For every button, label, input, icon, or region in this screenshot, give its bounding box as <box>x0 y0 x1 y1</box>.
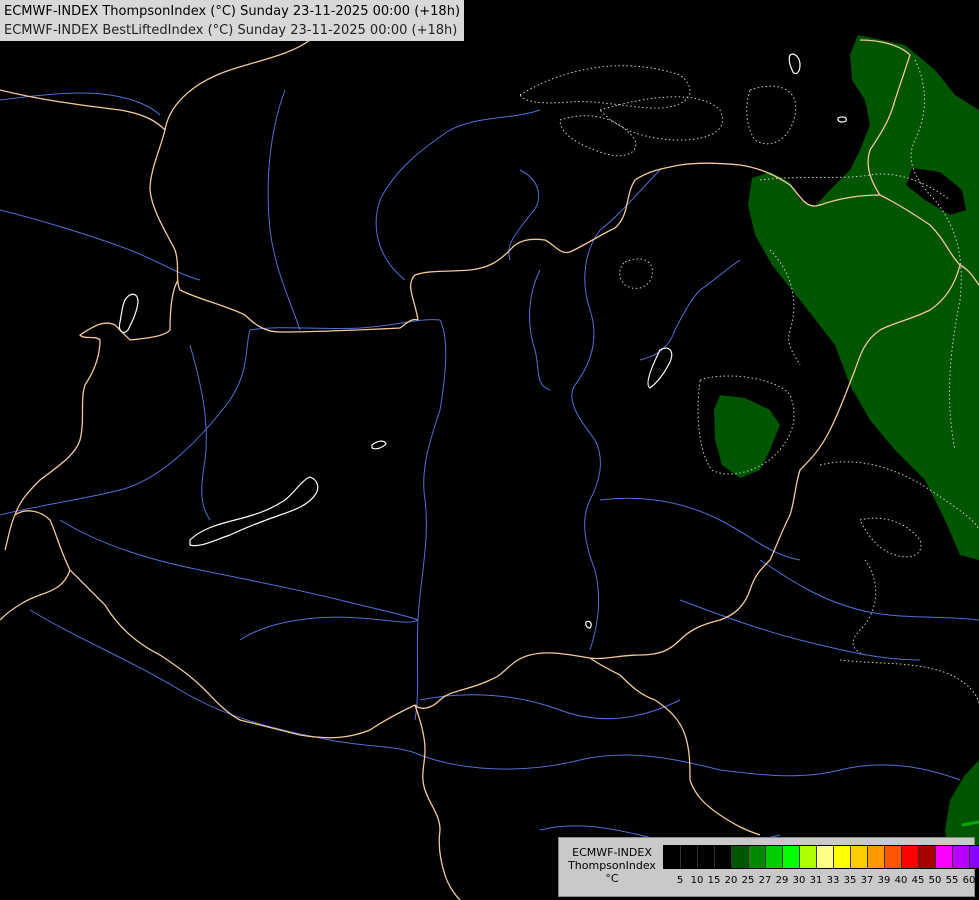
legend-tick-label: 55 <box>945 875 959 886</box>
legend-tick-label: 33 <box>826 875 840 886</box>
legend-swatch <box>749 846 766 868</box>
title-best-lifted-index: ECMWF-INDEX BestLiftedIndex (°C) Sunday … <box>4 23 458 38</box>
legend-tick-labels: 5 10 15 20 25 27 29 30 31 33 35 37 39 40 45 50 55 60 <box>663 875 979 889</box>
legend-swatch <box>681 846 698 868</box>
legend-tick-label: 60 <box>962 875 976 886</box>
legend-swatch <box>919 846 936 868</box>
legend-tick-label: 20 <box>724 875 738 886</box>
legend-swatch <box>800 846 817 868</box>
legend-tick-label: 25 <box>741 875 755 886</box>
legend-tick-label: 45 <box>911 875 925 886</box>
legend-tick-label: 15 <box>707 875 721 886</box>
legend-swatch <box>783 846 800 868</box>
legend-tick-label: 50 <box>928 875 942 886</box>
legend-swatch <box>715 846 732 868</box>
legend-tick-label: 5 <box>676 875 684 886</box>
map-title: ECMWF-INDEX ThompsonIndex (°C) Sunday 23… <box>0 0 465 41</box>
legend-swatch <box>885 846 902 868</box>
legend-swatch <box>766 846 783 868</box>
legend-swatch <box>817 846 834 868</box>
legend-swatch <box>953 846 970 868</box>
legend-tick-label: 10 <box>690 875 704 886</box>
legend-tick-label: 37 <box>860 875 874 886</box>
legend-swatch <box>936 846 953 868</box>
legend-color-scale <box>663 845 979 869</box>
legend-parameter: ThompsonIndex <box>568 859 656 872</box>
legend-unit: °C <box>605 872 619 885</box>
legend-tick-label: 31 <box>809 875 823 886</box>
legend-tick-label: 29 <box>775 875 789 886</box>
weather-map <box>0 0 979 900</box>
legend-tick-label: 39 <box>877 875 891 886</box>
legend-swatch <box>970 846 979 868</box>
legend-tick-label: 27 <box>758 875 772 886</box>
legend-tick-label: 35 <box>843 875 857 886</box>
title-thompson-index: ECMWF-INDEX ThompsonIndex (°C) Sunday 23… <box>4 4 461 19</box>
legend-model: ECMWF-INDEX <box>572 846 652 859</box>
legend-swatch <box>868 846 885 868</box>
legend-swatch <box>851 846 868 868</box>
legend-swatch <box>902 846 919 868</box>
legend-tick-label: 30 <box>792 875 806 886</box>
legend-swatch <box>732 846 749 868</box>
map-background <box>0 0 979 900</box>
legend-swatch <box>834 846 851 868</box>
legend-swatch <box>698 846 715 868</box>
color-legend: ECMWF-INDEX ThompsonIndex °C 5 10 15 20 25 27… <box>558 837 979 897</box>
legend-label: ECMWF-INDEX ThompsonIndex °C <box>563 846 661 885</box>
legend-swatch <box>664 846 681 868</box>
legend-tick-label: 40 <box>894 875 908 886</box>
